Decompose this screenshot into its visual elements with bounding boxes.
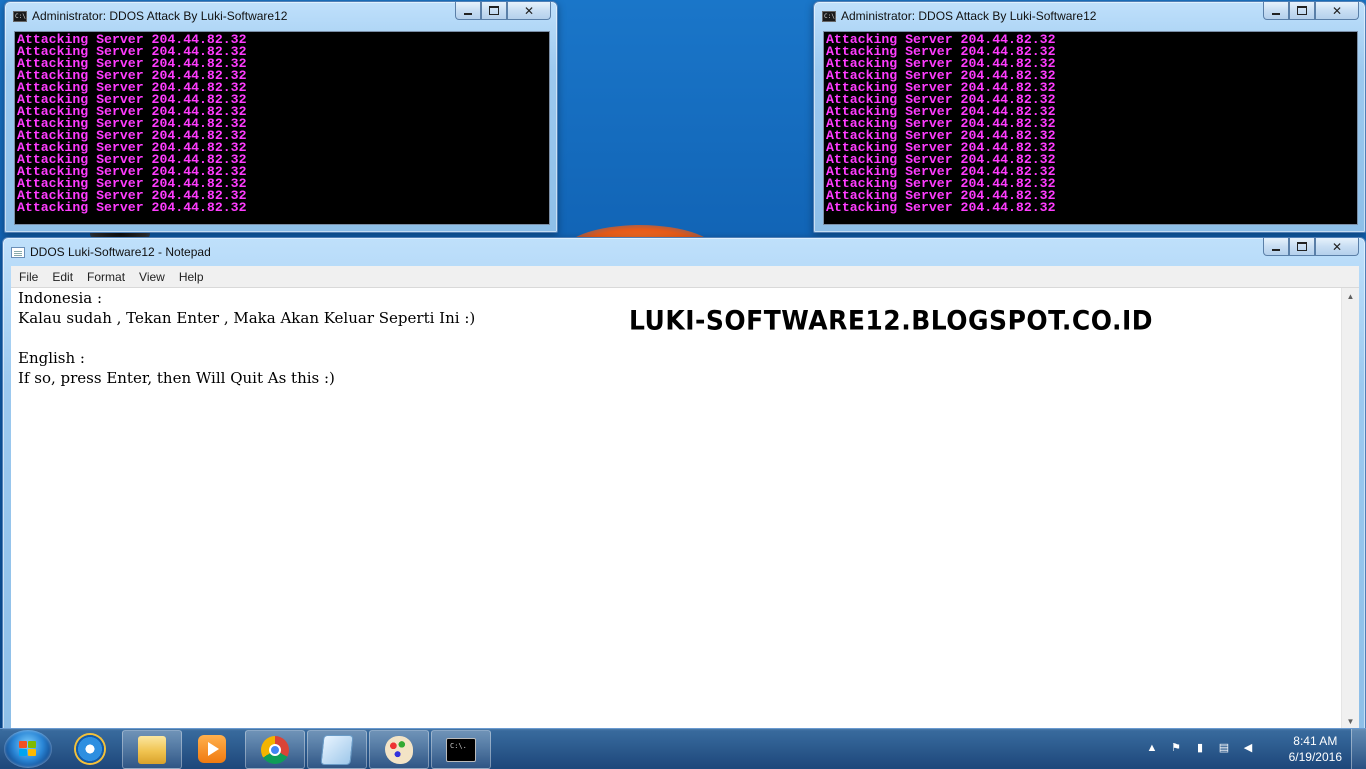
scroll-up-icon[interactable]: ▲ <box>1342 288 1359 305</box>
text-line: English : <box>18 349 85 367</box>
close-icon: ✕ <box>523 3 535 18</box>
window-title: Administrator: DDOS Attack By Luki-Softw… <box>841 9 1097 23</box>
menu-bar: File Edit Format View Help <box>11 266 1359 288</box>
title-bar[interactable]: C:\. Administrator: DDOS Attack By Luki-… <box>5 2 557 30</box>
title-bar[interactable]: C:\. Administrator: DDOS Attack By Luki-… <box>814 2 1365 30</box>
minimize-button[interactable] <box>455 2 481 20</box>
show-desktop-button[interactable] <box>1351 729 1366 769</box>
close-button[interactable]: ✕ <box>1315 2 1359 20</box>
close-button[interactable]: ✕ <box>507 2 551 20</box>
notepad-icon <box>320 734 354 765</box>
taskbar-paint-button[interactable] <box>369 730 429 769</box>
clock[interactable]: 8:41 AM 6/19/2016 <box>1289 733 1342 765</box>
window-title: DDOS Luki-Software12 - Notepad <box>30 245 211 259</box>
file-explorer-icon <box>138 735 166 764</box>
media-player-icon <box>198 734 226 763</box>
maximize-icon <box>1297 242 1307 251</box>
console-output: Attacking Server 204.44.82.32 Attacking … <box>17 32 247 215</box>
system-tray: ▲ ⚑ ▮ ▤ ◀ 8:41 AM 6/19/2016 <box>1146 729 1366 769</box>
volume-icon[interactable]: ◀ <box>1242 742 1254 754</box>
action-center-icon[interactable]: ⚑ <box>1170 742 1182 754</box>
maximize-icon <box>1297 6 1307 15</box>
clock-date: 6/19/2016 <box>1288 750 1342 764</box>
window-title: Administrator: DDOS Attack By Luki-Softw… <box>32 9 288 23</box>
minimize-icon <box>1272 248 1280 251</box>
taskbar-cmd-button[interactable]: C:\. <box>431 730 491 769</box>
menu-edit[interactable]: Edit <box>44 270 79 284</box>
close-icon: ✕ <box>1331 3 1343 18</box>
maximize-button[interactable] <box>481 2 507 20</box>
console-window-left[interactable]: C:\. Administrator: DDOS Attack By Luki-… <box>4 1 558 233</box>
windows-start-icon[interactable] <box>4 730 52 768</box>
notepad-icon <box>11 247 25 258</box>
blog-watermark: LUKI-SOFTWARE12.BLOGSPOT.CO.ID <box>629 305 1153 336</box>
maximize-icon <box>489 6 499 15</box>
console-output: Attacking Server 204.44.82.32 Attacking … <box>826 32 1056 215</box>
minimize-icon <box>1272 12 1280 15</box>
taskbar: C:\. ▲ ⚑ ▮ ▤ ◀ 8:41 AM 6/19/2016 <box>0 728 1366 769</box>
show-hidden-icons[interactable]: ▲ <box>1146 742 1158 754</box>
menu-format[interactable]: Format <box>79 270 131 284</box>
chrome-icon <box>261 735 289 764</box>
taskbar-explorer-button[interactable] <box>122 730 182 769</box>
command-prompt-icon: C:\. <box>822 11 839 22</box>
battery-icon[interactable]: ▮ <box>1194 742 1206 754</box>
minimize-button[interactable] <box>1263 238 1289 256</box>
close-button[interactable]: ✕ <box>1315 238 1359 256</box>
taskbar-media-player-button[interactable] <box>183 730 241 767</box>
console-window-right[interactable]: C:\. Administrator: DDOS Attack By Luki-… <box>813 1 1366 233</box>
command-prompt-icon: C:\. <box>446 737 476 762</box>
menu-help[interactable]: Help <box>171 270 210 284</box>
network-icon[interactable]: ▤ <box>1218 742 1230 754</box>
maximize-button[interactable] <box>1289 2 1315 20</box>
command-prompt-icon: C:\. <box>13 11 30 22</box>
taskbar-notepad-button[interactable] <box>307 730 367 769</box>
menu-view[interactable]: View <box>131 270 171 284</box>
title-bar[interactable]: DDOS Luki-Software12 - Notepad ✕ <box>3 238 1365 266</box>
internet-explorer-icon <box>76 734 104 763</box>
paint-icon <box>385 735 413 764</box>
taskbar-ie-button[interactable] <box>61 730 119 767</box>
text-editor[interactable]: Indonesia : Kalau sudah , Tekan Enter , … <box>11 288 1342 730</box>
maximize-button[interactable] <box>1289 238 1315 256</box>
notepad-window[interactable]: DDOS Luki-Software12 - Notepad ✕ File Ed… <box>2 237 1366 731</box>
close-icon: ✕ <box>1331 239 1343 254</box>
console-output-area[interactable]: Attacking Server 204.44.82.32 Attacking … <box>14 31 550 225</box>
minimize-button[interactable] <box>1263 2 1289 20</box>
menu-file[interactable]: File <box>11 270 44 284</box>
clock-time: 8:41 AM <box>1293 734 1338 748</box>
taskbar-chrome-button[interactable] <box>245 730 305 769</box>
vertical-scrollbar[interactable]: ▲ ▼ <box>1341 288 1359 730</box>
console-output-area[interactable]: Attacking Server 204.44.82.32 Attacking … <box>823 31 1358 225</box>
text-line: If so, press Enter, then Will Quit As th… <box>18 369 335 387</box>
minimize-icon <box>464 12 472 15</box>
